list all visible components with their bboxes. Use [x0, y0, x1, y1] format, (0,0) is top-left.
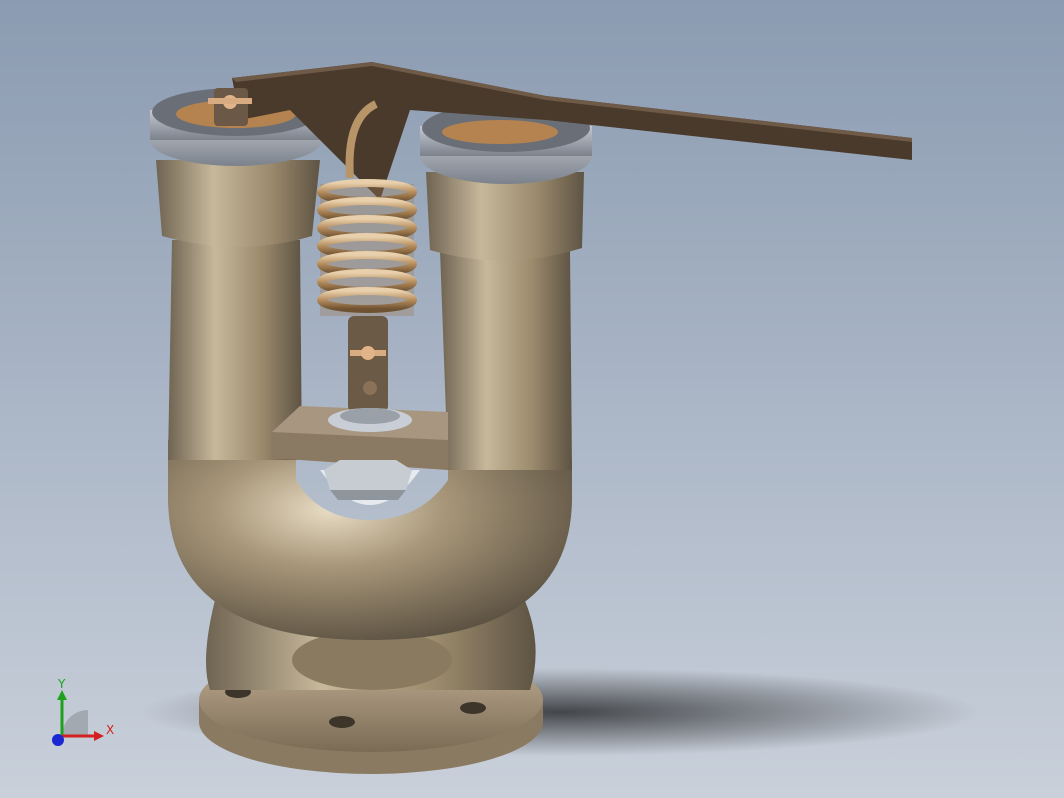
axis-triad[interactable]: Y X — [40, 676, 120, 756]
y-axis-head — [57, 690, 67, 700]
triad-plane — [62, 710, 88, 736]
z-axis-dot — [52, 734, 64, 746]
hex-nut[interactable] — [324, 460, 412, 500]
x-axis-head — [94, 731, 104, 741]
tension-spring[interactable] — [317, 179, 417, 316]
spring-link — [328, 316, 412, 432]
lever-pin — [208, 88, 252, 126]
valve-model[interactable] — [0, 0, 1064, 798]
right-riser — [426, 172, 584, 470]
cad-viewport[interactable]: Y X — [0, 0, 1064, 798]
y-axis-label: Y — [57, 677, 66, 691]
x-axis-label: X — [106, 723, 114, 737]
